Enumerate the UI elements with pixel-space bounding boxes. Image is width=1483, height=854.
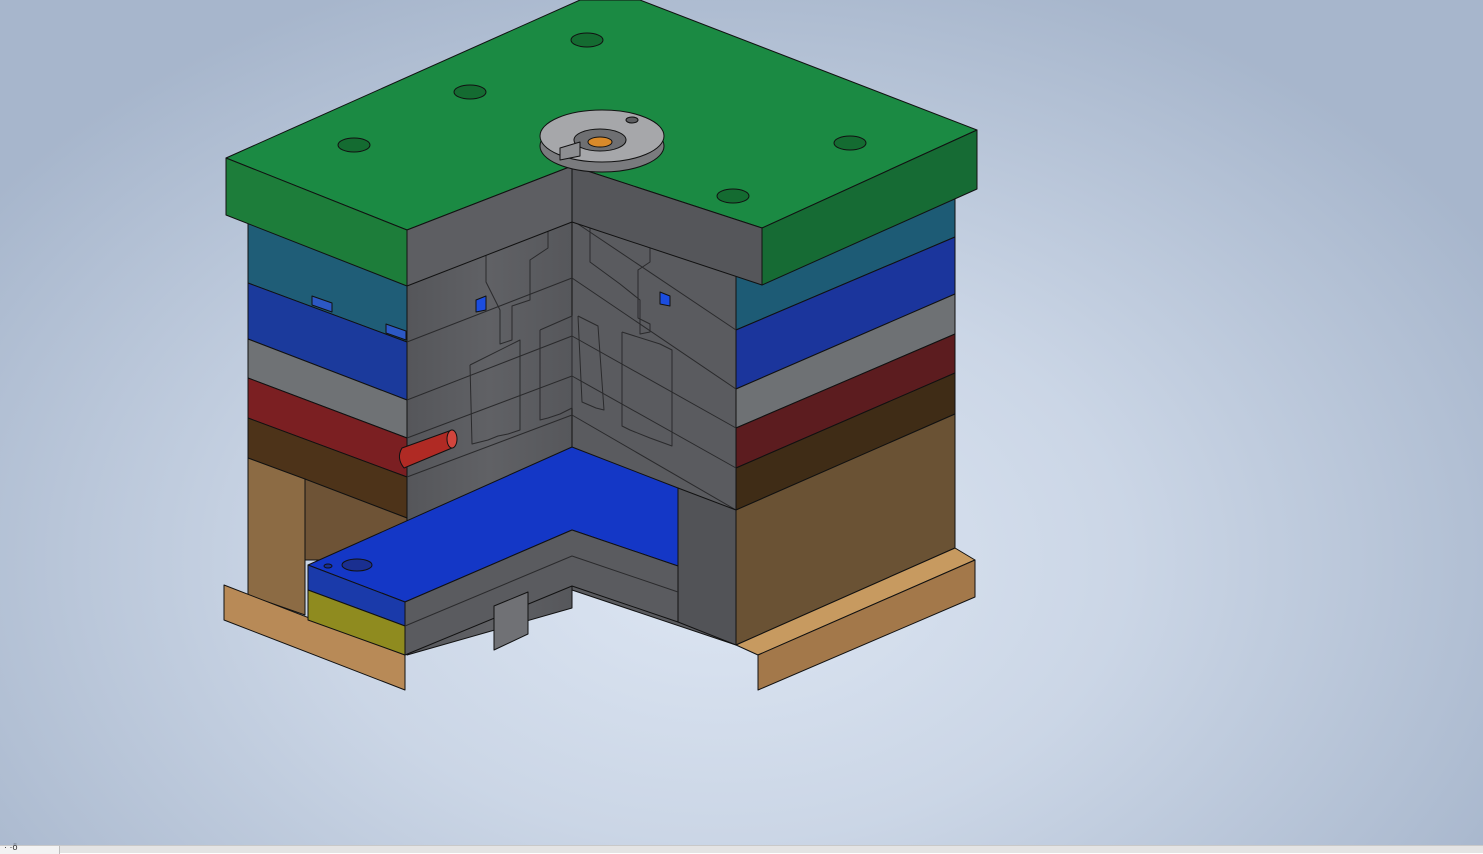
bolt-hole (570, 32, 604, 48)
mold-model[interactable] (0, 0, 1483, 845)
status-text: · ·ö (4, 842, 18, 852)
bolt-hole (833, 135, 867, 151)
ejector-hole (341, 558, 373, 572)
bolt-hole (716, 188, 750, 204)
sprue-gate (587, 136, 613, 148)
status-bar: · ·ö (0, 842, 1483, 854)
ring-screw-hole (625, 116, 639, 124)
guide-pin-end (446, 429, 458, 449)
spacer-block-left-front (247, 457, 306, 616)
bolt-hole (337, 137, 371, 153)
ejector-gap (677, 487, 737, 646)
bolt-hole (453, 84, 487, 100)
graphics-viewport[interactable] (0, 0, 1483, 845)
ejector-hole-small (323, 563, 333, 569)
